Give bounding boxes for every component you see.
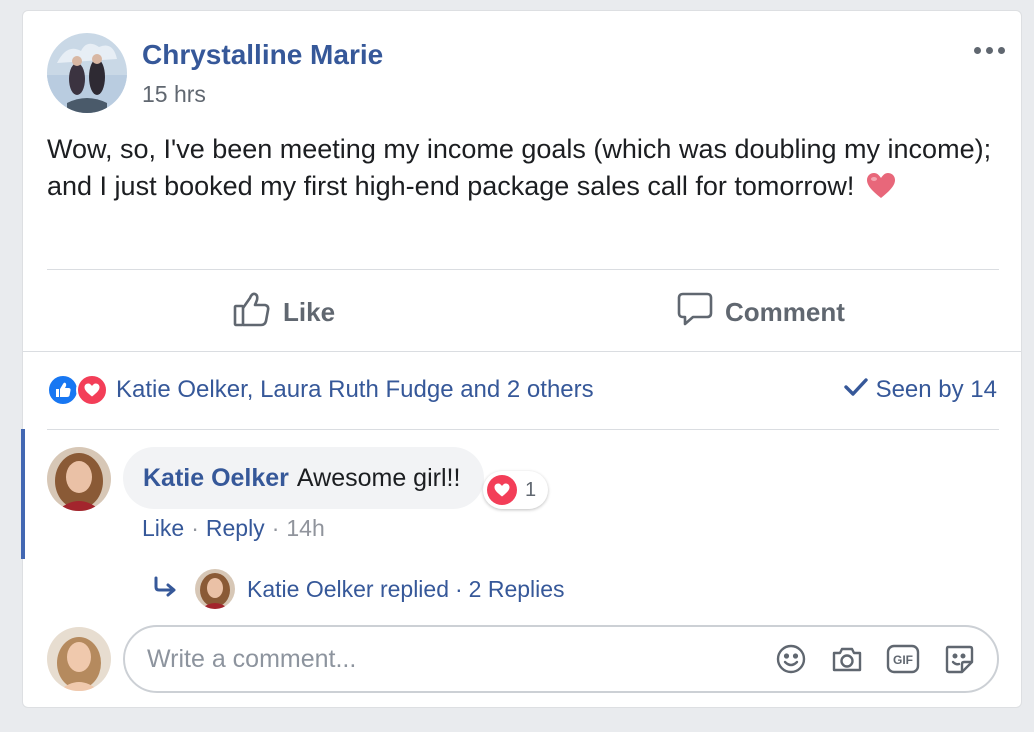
current-user-avatar[interactable] [47, 627, 111, 691]
post-body: Wow, so, I've been meeting my income goa… [47, 131, 997, 209]
post-text: Wow, so, I've been meeting my income goa… [47, 134, 992, 201]
comment-label: Comment [725, 296, 845, 327]
seen-by-label: Seen by 14 [875, 376, 997, 403]
comment-reaction-badge[interactable]: 1 [483, 471, 549, 509]
more-options-button[interactable] [969, 37, 1009, 63]
dot-icon [985, 46, 993, 54]
emoji-icon[interactable] [773, 641, 809, 677]
check-icon [843, 376, 868, 404]
divider [23, 351, 1021, 352]
reactions-summary[interactable]: Katie Oelker, Laura Ruth Fudge and 2 oth… [47, 373, 594, 407]
heart-emoji-icon [866, 172, 896, 209]
comment-time[interactable]: 14h [286, 515, 324, 542]
gif-icon[interactable]: GIF [885, 641, 921, 677]
love-reaction-icon [76, 374, 108, 406]
author-avatar[interactable] [47, 33, 127, 113]
reaction-icons [47, 374, 108, 406]
post-timestamp[interactable]: 15 hrs [142, 81, 206, 108]
comment-text: Awesome girl!! [296, 463, 461, 492]
comment-button[interactable]: Comment [677, 287, 845, 337]
dot-icon [997, 46, 1005, 54]
seen-by[interactable]: Seen by 14 [843, 373, 997, 407]
reaction-names[interactable]: Katie Oelker, Laura Ruth Fudge and 2 oth… [116, 376, 594, 404]
comment-input[interactable] [147, 639, 747, 679]
divider [47, 269, 999, 270]
comment-reaction-count: 1 [525, 478, 537, 501]
divider [47, 429, 999, 430]
comment-meta: Like · Reply · 14h [142, 515, 325, 542]
svg-text:GIF: GIF [893, 653, 913, 667]
post-author-name[interactable]: Chrystalline Marie [142, 39, 383, 71]
replies-author: Katie Oelker replied [247, 575, 449, 602]
composer-tools: GIF [773, 641, 977, 677]
like-button[interactable]: Like [233, 287, 335, 337]
comment-composer: GIF [123, 625, 999, 693]
view-replies-link[interactable]: Katie Oelker replied · 2 Replies [153, 569, 565, 609]
meta-separator: · [271, 515, 280, 541]
sticker-icon[interactable] [941, 641, 977, 677]
like-label: Like [283, 296, 336, 327]
thumbs-up-icon [233, 291, 271, 334]
reply-arrow-icon [153, 575, 179, 603]
comment-bubble: Katie Oelker Awesome girl!! [123, 447, 485, 509]
meta-separator: · [191, 515, 199, 541]
replier-avatar [195, 569, 235, 609]
meta-separator: · [455, 575, 463, 602]
post-card: Chrystalline Marie 15 hrs Wow, so, I've … [21, 10, 1022, 708]
comment-bubble-icon [677, 291, 713, 334]
camera-icon[interactable] [829, 641, 865, 677]
comment-reply-link[interactable]: Reply [206, 515, 265, 542]
like-reaction-icon [47, 374, 79, 406]
love-reaction-icon [487, 475, 517, 505]
dot-icon [973, 46, 981, 54]
commenter-avatar[interactable] [47, 447, 111, 511]
comment-author[interactable]: Katie Oelker [143, 464, 289, 493]
replies-count: 2 Replies [468, 575, 565, 602]
comment-highlight-bar [21, 429, 25, 559]
comment-like-link[interactable]: Like [142, 515, 184, 542]
